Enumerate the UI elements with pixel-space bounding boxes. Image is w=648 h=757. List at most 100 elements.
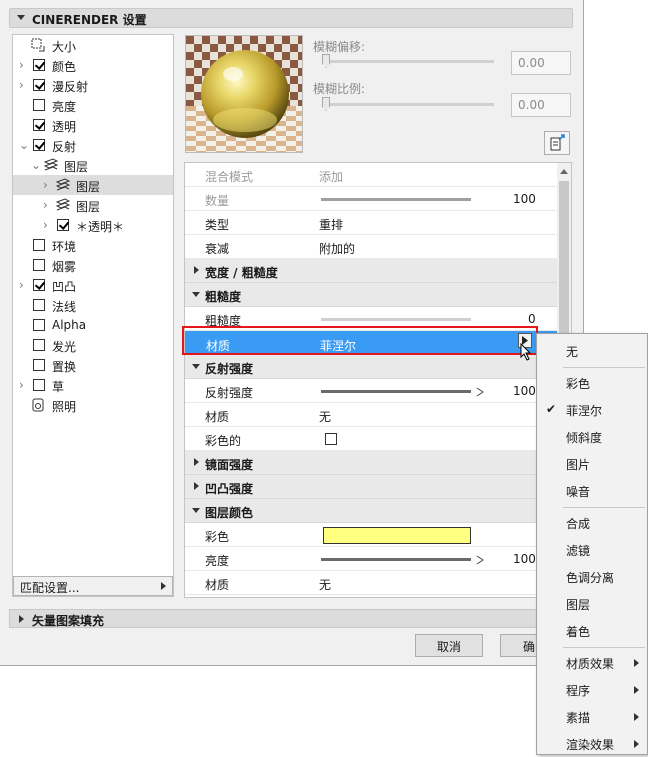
menu-item[interactable]: 噪音	[537, 478, 647, 504]
slider-arrow-icon[interactable]	[476, 386, 484, 397]
tree-item[interactable]: › 图层	[13, 195, 173, 215]
property-row[interactable]: 反射强度 100	[185, 379, 557, 403]
tree-item[interactable]: 透明	[13, 115, 173, 135]
property-row[interactable]: 衰减 附加的	[185, 235, 557, 259]
blur-offset-track[interactable]	[322, 60, 494, 63]
tree-item[interactable]: › ＊透明＊	[13, 215, 173, 235]
menu-item[interactable]: ✔ 菲涅尔	[537, 397, 647, 423]
tree-item-checkbox[interactable]	[33, 339, 45, 351]
scroll-up-icon[interactable]	[560, 169, 568, 174]
cancel-button[interactable]: 取消	[415, 634, 483, 657]
property-row[interactable]: 彩色的	[185, 427, 557, 451]
tree-item-checkbox[interactable]	[33, 379, 45, 391]
property-row[interactable]: 彩色	[185, 523, 557, 547]
property-group-header[interactable]: 宽度 / 粗糙度	[185, 259, 557, 283]
property-row[interactable]: 混合模式 添加	[185, 163, 557, 187]
blur-scale-field[interactable]: 0.00	[511, 93, 571, 117]
menu-item[interactable]: 渲染效果	[537, 731, 647, 757]
chevron-right-icon[interactable]: ›	[43, 179, 51, 191]
property-row[interactable]: 数量 100	[185, 187, 557, 211]
tree-item-checkbox[interactable]	[33, 359, 45, 371]
chevron-right-icon[interactable]: ›	[19, 79, 27, 91]
tree-item[interactable]: 照明	[13, 395, 173, 415]
menu-item[interactable]: 无	[537, 338, 647, 364]
tree-item-checkbox[interactable]	[33, 239, 45, 251]
resize-icon	[31, 38, 45, 52]
tree-item-checkbox[interactable]	[33, 99, 45, 111]
color-swatch[interactable]	[323, 527, 471, 544]
menu-item[interactable]: 图片	[537, 451, 647, 477]
menu-item-label: 图层	[566, 598, 591, 612]
property-row[interactable]: 材质 无	[185, 403, 557, 427]
blur-scale-thumb[interactable]	[322, 97, 330, 111]
menu-item[interactable]: 合成	[537, 510, 647, 536]
property-row[interactable]: 材质 无	[185, 571, 557, 595]
property-slider-value[interactable]: 0	[528, 312, 536, 326]
property-group-header[interactable]: 粗糙度	[185, 283, 557, 307]
property-slider-value[interactable]: 100	[513, 384, 536, 398]
property-slider-track[interactable]	[321, 318, 471, 321]
tree-item-checkbox[interactable]	[33, 59, 45, 71]
tree-item[interactable]: ⌄ 图层	[13, 155, 173, 175]
chevron-right-icon[interactable]: ›	[19, 379, 27, 391]
tree-item[interactable]: ⌄ 反射	[13, 135, 173, 155]
tree-item[interactable]: 置换	[13, 355, 173, 375]
tree-item-checkbox[interactable]	[33, 279, 45, 291]
tree-item-checkbox[interactable]	[57, 219, 69, 231]
tree-item-checkbox[interactable]	[33, 79, 45, 91]
menu-item[interactable]: 色调分离	[537, 564, 647, 590]
tree-item-checkbox[interactable]	[33, 259, 45, 271]
tree-item[interactable]: › 凹凸	[13, 275, 173, 295]
cinerender-header[interactable]: CINERENDER 设置	[9, 8, 573, 28]
property-group-header[interactable]: 图层颜色	[185, 499, 557, 523]
copy-settings-button[interactable]	[544, 131, 570, 155]
property-row[interactable]: 亮度 100	[185, 547, 557, 571]
tree-item[interactable]: Alpha	[13, 315, 173, 335]
property-checkbox[interactable]	[325, 433, 337, 445]
blur-offset-field[interactable]: 0.00	[511, 51, 571, 75]
tree-item[interactable]: 亮度	[13, 95, 173, 115]
property-group-header[interactable]: 反射强度	[185, 355, 557, 379]
menu-item[interactable]: 程序	[537, 677, 647, 703]
tree-item[interactable]: › 草	[13, 375, 173, 395]
menu-item[interactable]: 滤镜	[537, 537, 647, 563]
menu-item[interactable]: 彩色	[537, 370, 647, 396]
slider-arrow-icon[interactable]	[476, 554, 484, 565]
tree-item-checkbox[interactable]	[33, 319, 45, 331]
chevron-down-icon[interactable]: ⌄	[31, 159, 41, 171]
tree-item-checkbox[interactable]	[33, 139, 45, 151]
chevron-down-icon[interactable]: ⌄	[19, 139, 29, 151]
chevron-right-icon[interactable]: ›	[19, 279, 27, 291]
lighting-icon	[31, 398, 45, 412]
menu-item[interactable]: 倾斜度	[537, 424, 647, 450]
tree-item-checkbox[interactable]	[33, 119, 45, 131]
blur-scale-track[interactable]	[322, 103, 494, 106]
tree-item[interactable]: 环境	[13, 235, 173, 255]
tree-item[interactable]: 大小	[13, 35, 173, 55]
property-slider-value[interactable]: 100	[513, 552, 536, 566]
vector-hatch-header[interactable]: 矢量图案填充	[9, 609, 573, 628]
menu-item[interactable]: 素描	[537, 704, 647, 730]
tree-item[interactable]: 法线	[13, 295, 173, 315]
tree-item[interactable]: › 漫反射	[13, 75, 173, 95]
menu-item[interactable]: 材质效果	[537, 650, 647, 676]
match-settings-button[interactable]: 匹配设置...	[13, 576, 173, 596]
menu-item[interactable]: 着色	[537, 618, 647, 644]
tree-item[interactable]: › 颜色	[13, 55, 173, 75]
blur-offset-thumb[interactable]	[322, 54, 330, 68]
tree-item-checkbox[interactable]	[33, 299, 45, 311]
tree-item[interactable]: 发光	[13, 335, 173, 355]
tree-item[interactable]: 烟雾	[13, 255, 173, 275]
menu-item[interactable]: 图层	[537, 591, 647, 617]
tree-item[interactable]: › 图层	[13, 175, 173, 195]
material-preview	[185, 35, 303, 153]
property-row[interactable]: 类型 重排	[185, 211, 557, 235]
property-slider-value[interactable]: 100	[513, 192, 536, 206]
tree-item-label: 环境	[52, 240, 77, 254]
tree-item-label: Alpha	[52, 318, 87, 332]
property-group-header[interactable]: 镜面强度	[185, 451, 557, 475]
chevron-right-icon[interactable]: ›	[19, 59, 27, 71]
chevron-right-icon[interactable]: ›	[43, 219, 51, 231]
property-group-header[interactable]: 凹凸强度	[185, 475, 557, 499]
chevron-right-icon[interactable]: ›	[43, 199, 51, 211]
